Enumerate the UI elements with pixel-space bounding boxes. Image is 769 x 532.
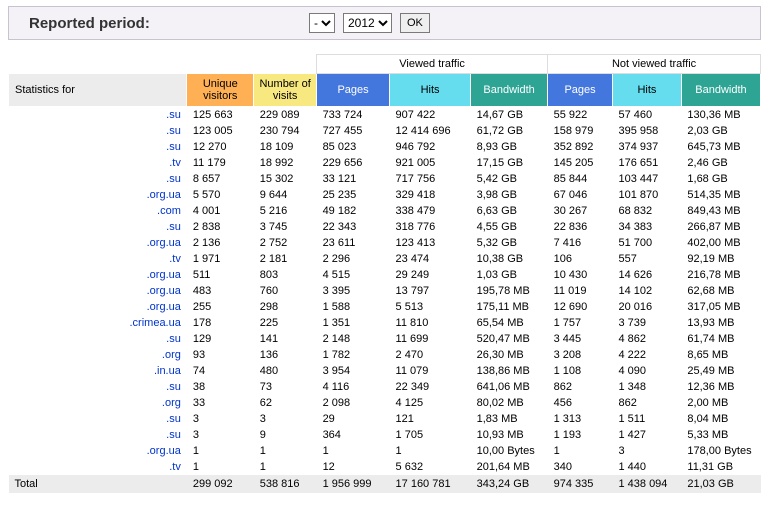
domain-link-cell: .su — [9, 123, 187, 139]
domain-link-cell: .crimea.ua — [9, 315, 187, 331]
domain-link[interactable]: .crimea.ua — [130, 317, 181, 329]
table-row: .org.ua5118034 51529 2491,03 GB10 43014 … — [9, 267, 761, 283]
domain-link[interactable]: .su — [166, 109, 181, 121]
domain-link-cell: .tv — [9, 155, 187, 171]
table-row: .su2 8383 74522 343318 7764,55 GB22 8363… — [9, 219, 761, 235]
domain-link[interactable]: .su — [166, 333, 181, 345]
table-row: .su38734 11622 349641,06 MB8621 34812,36… — [9, 379, 761, 395]
domain-link[interactable]: .su — [166, 173, 181, 185]
domain-link-cell: .su — [9, 171, 187, 187]
domain-link[interactable]: .su — [166, 125, 181, 137]
domain-link[interactable]: .org — [162, 349, 181, 361]
reported-period-bar: Reported period: - 2012 OK — [8, 6, 761, 40]
ok-button[interactable]: OK — [400, 13, 430, 33]
col-bandwidth: Bandwidth — [471, 74, 548, 107]
table-row: .su8 65715 30233 121717 7565,42 GB85 844… — [9, 171, 761, 187]
table-row: .tv1 9712 1812 29623 47410,38 GB10655792… — [9, 251, 761, 267]
table-row: .org.ua2552981 5885 513175,11 MB12 69020… — [9, 299, 761, 315]
table-row: .com4 0015 21649 182338 4796,63 GB30 267… — [9, 203, 761, 219]
domain-link-cell: .su — [9, 427, 187, 443]
month-select[interactable]: - — [309, 13, 335, 33]
domain-link-cell: .org.ua — [9, 443, 187, 459]
domain-link-cell: .org.ua — [9, 283, 187, 299]
total-label: Total — [9, 475, 187, 493]
col-pages: Pages — [317, 74, 390, 107]
table-row: .su12 27018 10985 023946 7928,93 GB352 8… — [9, 139, 761, 155]
domain-link[interactable]: .org.ua — [147, 285, 181, 297]
domain-link[interactable]: .su — [166, 141, 181, 153]
table-row: .org33622 0984 12580,02 MB4568622,00 MB — [9, 395, 761, 411]
col-statistics-for: Statistics for — [9, 74, 187, 107]
domain-link[interactable]: .org.ua — [147, 445, 181, 457]
table-row: .su123 005230 794727 45512 414 69661,72 … — [9, 123, 761, 139]
table-row: .su33291211,83 MB1 3131 5118,04 MB — [9, 411, 761, 427]
reported-period-label: Reported period: — [29, 15, 309, 32]
domain-link-cell: .org — [9, 395, 187, 411]
domain-link[interactable]: .org.ua — [147, 301, 181, 313]
domain-link-cell: .tv — [9, 251, 187, 267]
period-controls: - 2012 OK — [309, 13, 430, 33]
domain-link[interactable]: .su — [166, 221, 181, 233]
col-number-visits: Number of visits — [254, 74, 317, 107]
col-unique-visitors: Unique visitors — [187, 74, 254, 107]
domain-link[interactable]: .tv — [169, 253, 181, 265]
table-row: .tv11125 632201,64 MB3401 44011,31 GB — [9, 459, 761, 475]
viewed-traffic-header: Viewed traffic — [317, 55, 548, 74]
col-hits: Hits — [390, 74, 471, 107]
domain-link[interactable]: .com — [157, 205, 181, 217]
stats-table: Viewed traffic Not viewed traffic Statis… — [8, 54, 761, 493]
domain-link-cell: .org.ua — [9, 267, 187, 283]
col-pages-nv: Pages — [548, 74, 613, 107]
domain-link[interactable]: .org — [162, 397, 181, 409]
domain-link-cell: .su — [9, 219, 187, 235]
domain-link[interactable]: .tv — [169, 157, 181, 169]
domain-link-cell: .org.ua — [9, 235, 187, 251]
domain-link-cell: .org — [9, 347, 187, 363]
domain-link[interactable]: .in.ua — [154, 365, 181, 377]
domain-link-cell: .su — [9, 411, 187, 427]
col-hits-nv: Hits — [612, 74, 681, 107]
table-row: .org.ua2 1362 75223 611123 4135,32 GB7 4… — [9, 235, 761, 251]
col-bandwidth-nv: Bandwidth — [681, 74, 760, 107]
table-row: .org931361 7822 47026,30 MB3 2084 2228,6… — [9, 347, 761, 363]
domain-link-cell: .in.ua — [9, 363, 187, 379]
domain-link[interactable]: .su — [166, 381, 181, 393]
table-row: .org.ua4837603 39513 797195,78 MB11 0191… — [9, 283, 761, 299]
domain-link[interactable]: .org.ua — [147, 189, 181, 201]
domain-link-cell: .su — [9, 107, 187, 124]
domain-link[interactable]: .su — [166, 429, 181, 441]
domain-link-cell: .tv — [9, 459, 187, 475]
table-row: .tv11 17918 992229 656921 00517,15 GB145… — [9, 155, 761, 171]
table-row: .org.ua5 5709 64425 235329 4183,98 GB67 … — [9, 187, 761, 203]
domain-link[interactable]: .su — [166, 413, 181, 425]
domain-link-cell: .org.ua — [9, 299, 187, 315]
domain-link-cell: .su — [9, 379, 187, 395]
domain-link[interactable]: .tv — [169, 461, 181, 473]
domain-link[interactable]: .org.ua — [147, 237, 181, 249]
domain-link[interactable]: .org.ua — [147, 269, 181, 281]
year-select[interactable]: 2012 — [343, 13, 392, 33]
domain-link-cell: .su — [9, 139, 187, 155]
table-row: .su125 663229 089733 724907 42214,67 GB5… — [9, 107, 761, 124]
domain-link-cell: .org.ua — [9, 187, 187, 203]
domain-link-cell: .su — [9, 331, 187, 347]
not-viewed-traffic-header: Not viewed traffic — [548, 55, 761, 74]
table-row: .su1291412 14811 699520,47 MB3 4454 8626… — [9, 331, 761, 347]
table-row: .crimea.ua1782251 35111 81065,54 MB1 757… — [9, 315, 761, 331]
total-row: Total 299 092 538 816 1 956 999 17 160 7… — [9, 475, 761, 493]
table-row: .org.ua111110,00 Bytes13178,00 Bytes — [9, 443, 761, 459]
table-row: .su393641 70510,93 MB1 1931 4275,33 MB — [9, 427, 761, 443]
table-row: .in.ua744803 95411 079138,86 MB1 1084 09… — [9, 363, 761, 379]
domain-link-cell: .com — [9, 203, 187, 219]
